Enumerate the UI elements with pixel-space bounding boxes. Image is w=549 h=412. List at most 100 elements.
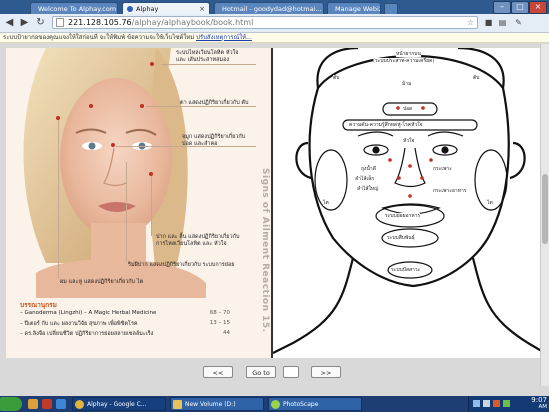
browser-tabbar: Welcome To Alphay.com × Alphay × Hotmail… — [0, 0, 549, 15]
tab-alphay-welcome[interactable]: Welcome To Alphay.com × — [30, 2, 118, 14]
annotation-nose-1: จมูก แสดงปฏิกิริยาเกี่ยวกับ — [182, 134, 246, 140]
maximize-button[interactable]: □ — [511, 1, 529, 14]
annotation-line — [161, 64, 256, 65]
bookmark-star-icon[interactable]: ☆ — [467, 18, 474, 27]
annotation-line — [58, 118, 59, 278]
close-window-button[interactable]: × — [529, 1, 547, 14]
face-label-urinary-system: ระบบปัสสาวะ — [391, 267, 421, 273]
previous-page-button[interactable]: << — [203, 366, 233, 378]
tray-network-icon[interactable] — [473, 400, 480, 407]
face-label-stomach: กระเพาะ — [433, 166, 452, 172]
tray-security-icon[interactable] — [493, 400, 500, 407]
face-label-gallbladder: ถุงน้ำดี — [361, 166, 376, 172]
info-bar-text: ระบบป้ายาก่อของคุณแจงให้ใส่ก่อนที่ จะให้… — [3, 34, 195, 41]
contents-title: บรรณานุกรม — [20, 301, 57, 309]
contents-label: – ปีเตอร์ กับ และ ผลงานวิจัย สุขภาพ เพื่… — [20, 321, 138, 327]
goto-page-button[interactable]: Go to — [246, 366, 276, 378]
windows-taskbar: Alphay - Google C... New Volume (D:) Pho… — [0, 396, 549, 412]
marker-dot — [111, 143, 115, 147]
page-number-input[interactable] — [283, 366, 299, 378]
minimize-button[interactable]: – — [493, 1, 511, 14]
face-label-nervous-system: (ระบบประสาท-ความเครียด) — [373, 58, 435, 64]
clock-ampm: AM — [538, 404, 547, 410]
quicklaunch-browser-icon[interactable] — [56, 399, 66, 409]
taskbar-item-label: Alphay - Google C... — [87, 401, 147, 408]
contents-label: – ดร.ลิงจือ เปลี่ยนชีวิต ปฏิกิริยาการย่อ… — [20, 331, 154, 337]
clock-time: 9:07 — [531, 396, 547, 404]
contents-pages: 44 — [223, 330, 230, 336]
contents-row: – ปีเตอร์ กับ และ ผลงานวิจัย สุขภาพ เพื่… — [20, 320, 230, 328]
face-label-upper-forehead: หน้าผากบน — [396, 51, 421, 57]
face-label-reproductive-system: ระบบสืบพันธุ์ — [387, 235, 415, 241]
info-bar-link[interactable]: ปรับสังเหตุการณ์ให้... — [196, 34, 252, 41]
quicklaunch-app-icon[interactable] — [42, 399, 52, 409]
face-label-large-intestine: ลำไส้ใหญ่ — [357, 186, 379, 192]
taskbar-item-photoscape[interactable]: PhotoScape — [268, 397, 362, 411]
contents-pages: 68 – 70 — [209, 310, 230, 316]
face-label-lung: ปอด — [403, 106, 413, 112]
marker-dot — [149, 172, 153, 176]
close-tab-icon[interactable]: × — [199, 5, 205, 13]
annotation-mouth-2: การไหลเวียนโลหิต และ หัวใจ — [156, 241, 227, 247]
reload-icon[interactable]: ↻ — [34, 16, 47, 29]
face-label-stomach-food: กระเพาะอาหาร — [433, 188, 467, 194]
tab-title: Hotmail - goodydad@hotmai... — [222, 4, 322, 13]
contents-label: – Ganoderma (Lingzhi) – A Magic Herbal M… — [20, 310, 157, 316]
browser-toolbar: ◀ ▶ ↻ 221.128.105.76/alphay/alphaybook/b… — [0, 14, 549, 33]
annotation-hair-ears: ผม และหู แสดงปฏิกิริยาเกี่ยวกับ ไต — [60, 279, 144, 285]
url-path: /alphay/alphaybook/book.html — [131, 18, 254, 27]
taskbar-item-explorer[interactable]: New Volume (D:) — [170, 397, 264, 411]
marker-dot — [140, 104, 144, 108]
marker-dot — [150, 62, 154, 66]
annotation-nose-2: ปอด และลำคอ — [182, 141, 218, 147]
start-button[interactable] — [0, 397, 22, 411]
annotation-line — [151, 176, 152, 236]
tab-title: Manage Webiz! — [335, 4, 381, 13]
book-pager: << Go to >> — [0, 362, 549, 384]
annotation-forehead-2: และ เส้นประสาทสมอง — [176, 57, 230, 63]
taskbar-item-label: PhotoScape — [283, 401, 319, 408]
annotation-line — [126, 162, 127, 262]
taskbar-item-chrome[interactable]: Alphay - Google C... — [72, 397, 166, 411]
book-left-page: ระบบไหลเวียนโลหิต หัวใจ และ เส้นประสาทสม… — [6, 48, 271, 358]
vertical-scrollbar[interactable] — [540, 44, 549, 386]
next-page-button[interactable]: >> — [311, 366, 341, 378]
face-label-heart: หัวใจ — [403, 138, 415, 144]
tab-title: Welcome To Alphay.com — [38, 4, 117, 13]
face-label-kidney-right: ไต — [487, 200, 493, 206]
forward-icon[interactable]: ▶ — [18, 16, 31, 29]
settings-wrench-icon[interactable]: ✎ — [512, 16, 525, 29]
tab-favicon — [127, 5, 133, 12]
url-host: 221.128.105.76 — [68, 18, 132, 27]
annotation-eyes: ตา แสดงปฏิกิริยาเกี่ยวกับ ตับ — [180, 100, 249, 106]
face-label-spleen: ม้าม — [402, 81, 412, 87]
face-label-heart-pressure: ความดัน-ความรู้สึกหดหู่-โรคหัวใจ — [349, 122, 423, 128]
marker-dot — [56, 116, 60, 120]
tab-manage-webiz[interactable]: Manage Webiz! — [327, 2, 381, 14]
folder-icon — [173, 400, 182, 409]
extension-icon[interactable]: ■ — [482, 16, 495, 29]
address-bar[interactable]: 221.128.105.76/alphay/alphaybook/book.ht… — [52, 16, 478, 29]
scrollbar-thumb[interactable] — [542, 174, 548, 244]
book-right-page: หน้าผากบน (ระบบประสาท-ความเครียด) ตับ ม้… — [273, 48, 545, 358]
tab-hotmail[interactable]: Hotmail - goodydad@hotmai... × — [214, 2, 324, 14]
face-label-small-intestine: ลำไส้เล็ก — [355, 176, 375, 182]
taskbar-clock[interactable]: 9:07 AM — [531, 397, 547, 411]
page-menu-icon[interactable]: ▤ — [496, 16, 509, 29]
system-tray: 9:07 AM — [468, 396, 549, 412]
contents-row: – ดร.ลิงจือ เปลี่ยนชีวิต ปฏิกิริยาการย่อ… — [20, 330, 230, 338]
marker-dot — [89, 104, 93, 108]
face-label-liver-left: ตับ — [333, 75, 340, 81]
tab-alphay[interactable]: Alphay × — [122, 2, 210, 14]
back-icon[interactable]: ◀ — [3, 16, 16, 29]
face-label-liver-right: ตับ — [473, 75, 480, 81]
face-diagram — [273, 48, 545, 354]
tray-volume-icon[interactable] — [483, 400, 490, 407]
quicklaunch-folder-icon[interactable] — [28, 399, 38, 409]
taskbar-item-label: New Volume (D:) — [185, 401, 236, 408]
page-vertical-title: Signs of Ailment Reaction 15. — [260, 168, 270, 333]
tray-app-icon[interactable] — [503, 400, 510, 407]
page-viewport: ระบบไหลเวียนโลหิต หัวใจ และ เส้นประสาทสม… — [0, 44, 549, 386]
info-bar: ระบบป้ายาก่อของคุณแจงให้ใส่ก่อนที่ จะให้… — [0, 33, 549, 43]
tab-title: Alphay — [136, 4, 159, 13]
